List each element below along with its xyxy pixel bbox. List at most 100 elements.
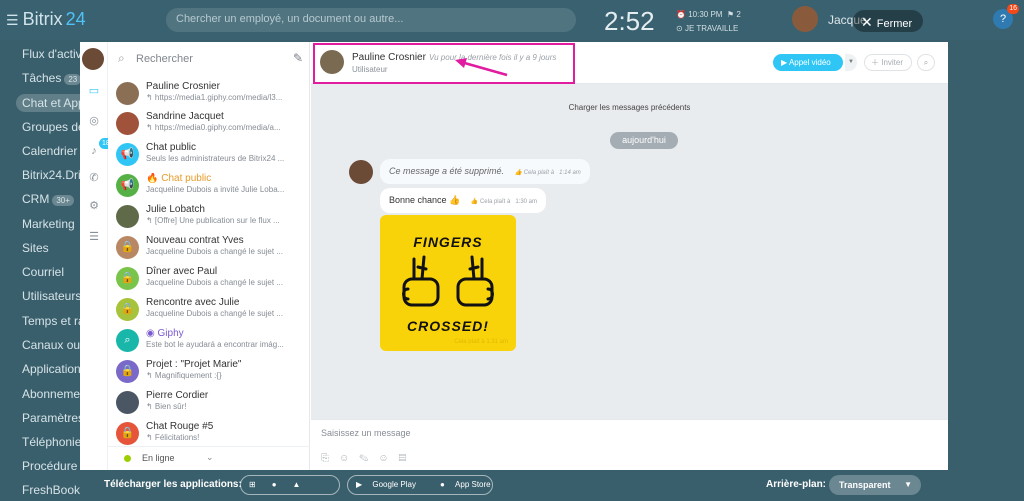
recent-item-message: ↰ Félicitations! [146,433,200,442]
menu-item[interactable]: CRM 30+ [22,192,74,206]
message-meta: 👍 Cela plaît à 1:14 am [514,170,581,176]
invite-button[interactable]: ＋ Inviter [864,54,912,71]
message-input[interactable]: Saisissez un message [321,428,411,438]
close-button[interactable]: ✕ Fermer [853,10,923,32]
logo[interactable]: ☰ Bitrix 24 [6,9,86,30]
video-call-button[interactable]: ▶ Appel vidéo [773,54,843,71]
video-call-dropdown[interactable]: ▼ [845,54,857,71]
menu-item[interactable]: Bitrix24.Drive [22,168,80,182]
recent-item[interactable]: Sandrine Jacquet ↰ https://media0.giphy.… [114,109,304,140]
recent-item[interactable]: 🔒 Rencontre avec Julie Jacqueline Dubois… [114,295,304,326]
close-icon: ✕ [861,14,873,30]
menu-item[interactable]: Utilisateurs [22,289,80,303]
lock-icon: 🔒 [116,236,139,259]
chevron-down-icon: ⌄ [206,452,214,462]
global-search-input[interactable]: Chercher un employé, un document ou autr… [166,8,576,32]
lock-icon: 🔒 [116,298,139,321]
recent-item-message: ↰ https://media1.giphy.com/media/l3... [146,93,283,102]
recent-item[interactable]: Pauline Crosnier ↰ https://media1.giphy.… [114,79,304,110]
menu-item[interactable]: Paramètres [22,411,80,425]
recent-item[interactable]: 🔒 Dîner avec Paul Jacqueline Dubois a ch… [114,264,304,295]
attach-icon[interactable]: ⎘ [321,453,339,464]
gif-text-bottom: CROSSED! [407,318,489,334]
lock-icon: 🔒 [116,360,139,383]
menu-item[interactable]: Canaux ouverts [22,338,80,352]
avatar [116,391,139,414]
like-icon[interactable]: 👍 [471,199,478,205]
menu-item[interactable]: Téléphonie [22,435,80,449]
recent-item[interactable]: Pierre Cordier ↰ Bien sûr! [114,388,304,419]
app-store-link[interactable]: ● App Store [432,476,507,494]
clock-icon: ⊙ [676,24,683,33]
menu-item[interactable]: Tâches 23 [22,71,80,85]
clock-info[interactable]: ⏰ 10:30 PM ⚑ 2 ⊙ JE TRAVAILLE [676,8,741,36]
bot-icon: ◉ [146,328,155,339]
my-avatar[interactable] [82,48,104,70]
phone-icon[interactable]: ✆ [85,169,103,187]
like-icon[interactable]: 👍 [515,170,522,176]
menu-item[interactable]: Flux d'activité [22,47,80,61]
chat-search-button[interactable]: ⌕ [917,54,935,71]
composer-tools: ⎘☺✎☺▤ [321,453,416,464]
google-play-link[interactable]: ▶ Google Play [348,476,432,494]
status-label: En ligne [142,453,175,463]
menu-item[interactable]: Chat et Appels [16,94,80,112]
chat-icon[interactable]: ▭ [85,82,103,100]
recent-item-name: Projet : "Projet Marie" [146,359,242,370]
sender-avatar[interactable] [349,160,373,184]
menu-item[interactable]: Abonnement [22,387,80,401]
fire-icon: 🔥 [146,173,159,184]
status-selector[interactable]: En ligne ⌄ [108,446,310,470]
template-icon[interactable]: ▤ [399,453,417,464]
settings-icon[interactable]: ⚙ [85,197,103,215]
recent-item-name: 🔥 Chat public [146,173,212,184]
menu-item[interactable]: Marketing [22,217,75,231]
user-avatar[interactable] [792,6,818,32]
recent-item[interactable]: Julie Lobatch ↰ [Offre] Une publication … [114,202,304,233]
recent-item-name: Nouveau contrat Yves [146,235,244,246]
recent-item-message: ↰ Bien sûr! [146,402,187,411]
menu-item[interactable]: Courriel [22,265,64,279]
message-composer[interactable]: Saisissez un message ⎘☺✎☺▤ [311,419,948,470]
load-more-link[interactable]: Charger les messages précédents [311,103,948,112]
left-menu: Flux d'activité Tâches23 Chat et Appels … [0,42,80,501]
format-icon[interactable]: ✎ [359,453,378,464]
smile-icon[interactable]: ☺ [378,453,398,464]
recent-item[interactable]: 🔒 Projet : "Projet Marie" ↰ Magnifiqueme… [114,357,304,388]
menu-item[interactable]: Calendrier [22,144,77,158]
help-button[interactable]: ? 16 [993,4,1019,29]
openlines-icon[interactable]: ◎ [85,112,103,130]
recent-item[interactable]: ⌕ ◉ Giphy Este bot le ayudará a encontra… [114,326,304,357]
history-icon[interactable]: ☰ [85,228,103,246]
menu-item[interactable]: Groupes de travail [22,120,80,134]
recent-item-name: Chat Rouge #5 [146,421,214,432]
menu-icon[interactable]: ☰ [6,12,19,28]
giphy-bot-icon: ⌕ [116,329,139,352]
desktop-apps: ⊞ ● ▲ [240,475,340,495]
apple-icon[interactable]: ● [264,476,285,494]
recent-item[interactable]: 📢 Chat public Seuls les administrateurs … [114,140,304,171]
recent-item-message: ↰ https://media0.giphy.com/media/a... [146,123,281,132]
gif-message[interactable]: FINGERS CROSSED! Cela plaît à 1:31 am [380,215,516,351]
message-bubble[interactable]: Bonne chance 👍 👍 Cela plaît à 1:30 am [380,188,546,213]
gif-text-top: FINGERS [413,234,483,250]
background-label: Arrière-plan: [766,479,827,490]
mention-icon[interactable]: ☺ [339,453,359,464]
menu-item[interactable]: Applications [22,362,80,376]
date-separator: aujourd'hui [610,132,678,149]
windows-icon[interactable]: ⊞ [241,476,264,494]
recent-item[interactable]: 📢 🔥 Chat public Jacqueline Dubois a invi… [114,171,304,202]
notifications-icon[interactable]: ♪ 18 [85,138,113,160]
linux-icon[interactable]: ▲ [285,476,309,494]
message-bubble[interactable]: Ce message a été supprimé. 👍 Cela plaît … [380,159,590,184]
background-select[interactable]: Transparent ▼ [829,475,921,495]
new-chat-icon[interactable]: ✎ [293,51,303,65]
mobile-apps: ▶ Google Play ● App Store [347,475,493,495]
recent-item[interactable]: 🔒 Nouveau contrat Yves Jacqueline Dubois… [114,233,304,264]
recent-search[interactable]: ⌕ Rechercher ✎ [118,51,303,69]
avatar [116,82,139,105]
recent-search-input[interactable]: Rechercher [136,53,193,65]
alarm-icon: ⏰ [676,10,686,19]
menu-item[interactable]: Temps et rapports [22,314,80,328]
menu-item[interactable]: Sites [22,241,49,255]
